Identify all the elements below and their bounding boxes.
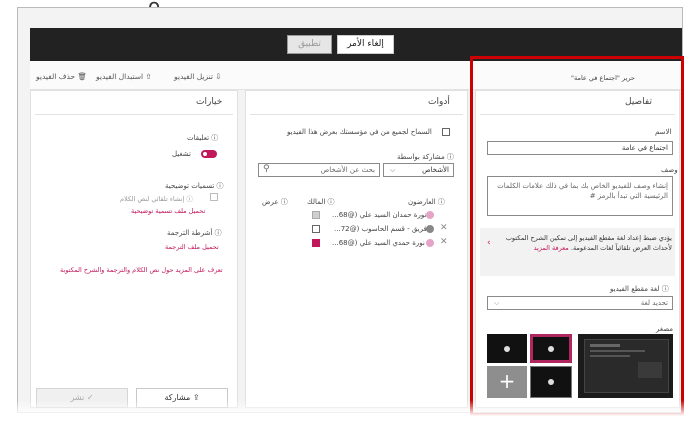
search-icon: ⚲ (263, 164, 270, 174)
remove-icon[interactable]: ✕ (440, 237, 448, 247)
comments-toggle[interactable] (201, 150, 217, 158)
share-label: ⓘ مشاركة بواسطة (397, 153, 454, 161)
owner-checkbox-checked[interactable] (312, 239, 320, 247)
auto-captions-checkbox[interactable] (210, 193, 218, 201)
options-title: خيارات (196, 97, 223, 107)
owner-checkbox[interactable] (312, 211, 320, 219)
tracks-label: ⓘ أشرطة الترجمة (167, 229, 222, 237)
viewers-column-header: ⓘ العارضون (408, 198, 445, 206)
person-name: فريق - قسم الحاسوب (@72... (334, 225, 427, 233)
tools-panel (245, 90, 468, 408)
bottom-fade (0, 400, 695, 423)
avatar (426, 225, 434, 233)
info-icon: ⓘ (186, 195, 193, 203)
person-name: نورة حمدان السيد علي (@68... (332, 211, 427, 219)
info-icon: ⓘ (280, 198, 288, 206)
delete-video-button[interactable]: 🗑 حذف الفيديو (36, 72, 87, 81)
replace-video-button[interactable]: ⇧ استبدال الفيديو (96, 72, 152, 81)
apply-button[interactable]: تطبيق (287, 35, 332, 54)
allow-viewers-label: السماح لجميع من في مؤسستك بعرض هذا الفيد… (287, 128, 432, 136)
info-icon: ⓘ (211, 134, 219, 142)
tools-divider (250, 114, 463, 115)
table-row: نورة حمدان السيد علي (@68... (250, 209, 463, 221)
learn-more-captions-link[interactable]: تعرف على المزيد حول نص الكلام والترجمة و… (60, 266, 223, 274)
info-icon: ⓘ (216, 182, 224, 190)
trash-icon: 🗑 (77, 72, 87, 81)
view-column-header: ⓘ عرض (262, 198, 288, 206)
download-video-button[interactable]: ⇩ تنزيل الفيديو (174, 72, 222, 81)
avatar (426, 211, 434, 219)
captions-label: ⓘ تسميات توضيحية (165, 182, 224, 190)
remove-icon[interactable]: ✕ (440, 223, 448, 233)
auto-captions-label: ⓘ إنشاء تلقائي لنص الكلام (120, 195, 193, 203)
info-icon: ⓘ (446, 153, 454, 161)
info-icon: ⓘ (327, 198, 335, 206)
chevron-down-icon: ⌵ (390, 166, 396, 174)
cancel-button[interactable]: إلغاء الأمر (337, 35, 394, 54)
owner-checkbox[interactable] (312, 225, 320, 233)
tools-title: أدوات (428, 97, 450, 107)
upload-icon: ⇧ (145, 72, 152, 81)
share-type-select[interactable]: الأشخاص ⌵ (383, 163, 454, 177)
person-name: نورة حمدي السيد علي (@68... (332, 239, 425, 247)
avatar (426, 239, 434, 247)
options-divider (35, 114, 233, 115)
download-icon: ⇩ (215, 72, 222, 81)
owner-column-header: ⓘ المالك (307, 198, 335, 206)
info-icon: ⓘ (437, 198, 445, 206)
allow-viewers-checkbox[interactable] (442, 128, 450, 136)
info-icon: ⓘ (214, 229, 222, 237)
people-search-input[interactable]: بحث عن الأشخاص ⚲ (258, 163, 380, 177)
upload-captions-link[interactable]: تحميل ملف تسمية توضيحية (131, 207, 205, 215)
comments-state: تشغيل (172, 150, 191, 158)
table-row: ✕ نورة حمدي السيد علي (@68... (250, 237, 463, 249)
upload-tracks-link[interactable]: تحميل ملف الترجمة (165, 243, 219, 251)
table-row: ✕ فريق - قسم الحاسوب (@72... (250, 223, 463, 235)
comments-label: ⓘ تعليقات (187, 134, 219, 142)
highlight-box (470, 56, 684, 416)
